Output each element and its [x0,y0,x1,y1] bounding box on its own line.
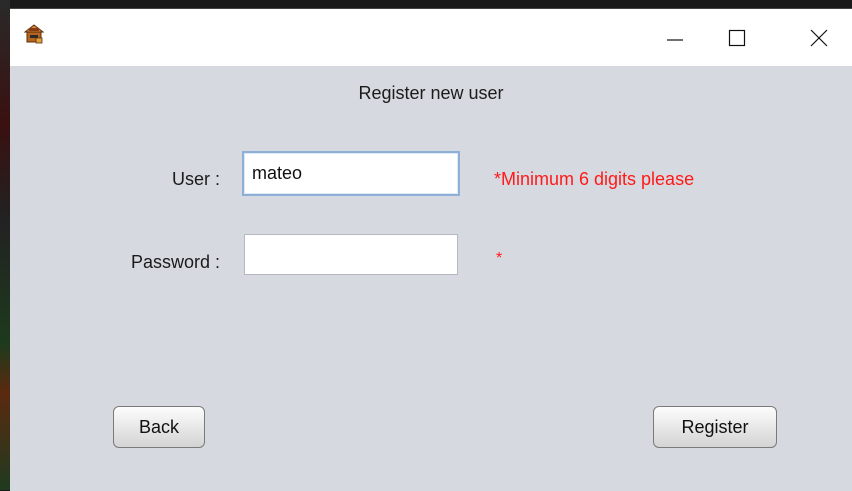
close-button[interactable] [792,9,846,66]
back-button[interactable]: Back [113,406,205,448]
password-hint: * [496,250,503,267]
minimize-icon [667,38,683,41]
password-input[interactable] [244,234,458,275]
user-hint: *Minimum 6 digits please [494,169,695,189]
desktop-background-edge [0,0,10,490]
register-window: Register new user User : *Minimum 6 digi… [10,8,852,491]
user-input[interactable] [242,151,460,196]
app-logo-icon [24,24,44,44]
title-bar[interactable] [10,9,852,66]
minimize-button[interactable] [648,9,702,66]
password-label: Password : [130,252,220,272]
maximize-button[interactable] [710,9,764,66]
user-label: User : [171,169,220,189]
close-icon [810,29,828,46]
form-heading: Register new user [358,83,504,103]
register-button[interactable]: Register [653,406,777,448]
maximize-icon [728,29,746,46]
